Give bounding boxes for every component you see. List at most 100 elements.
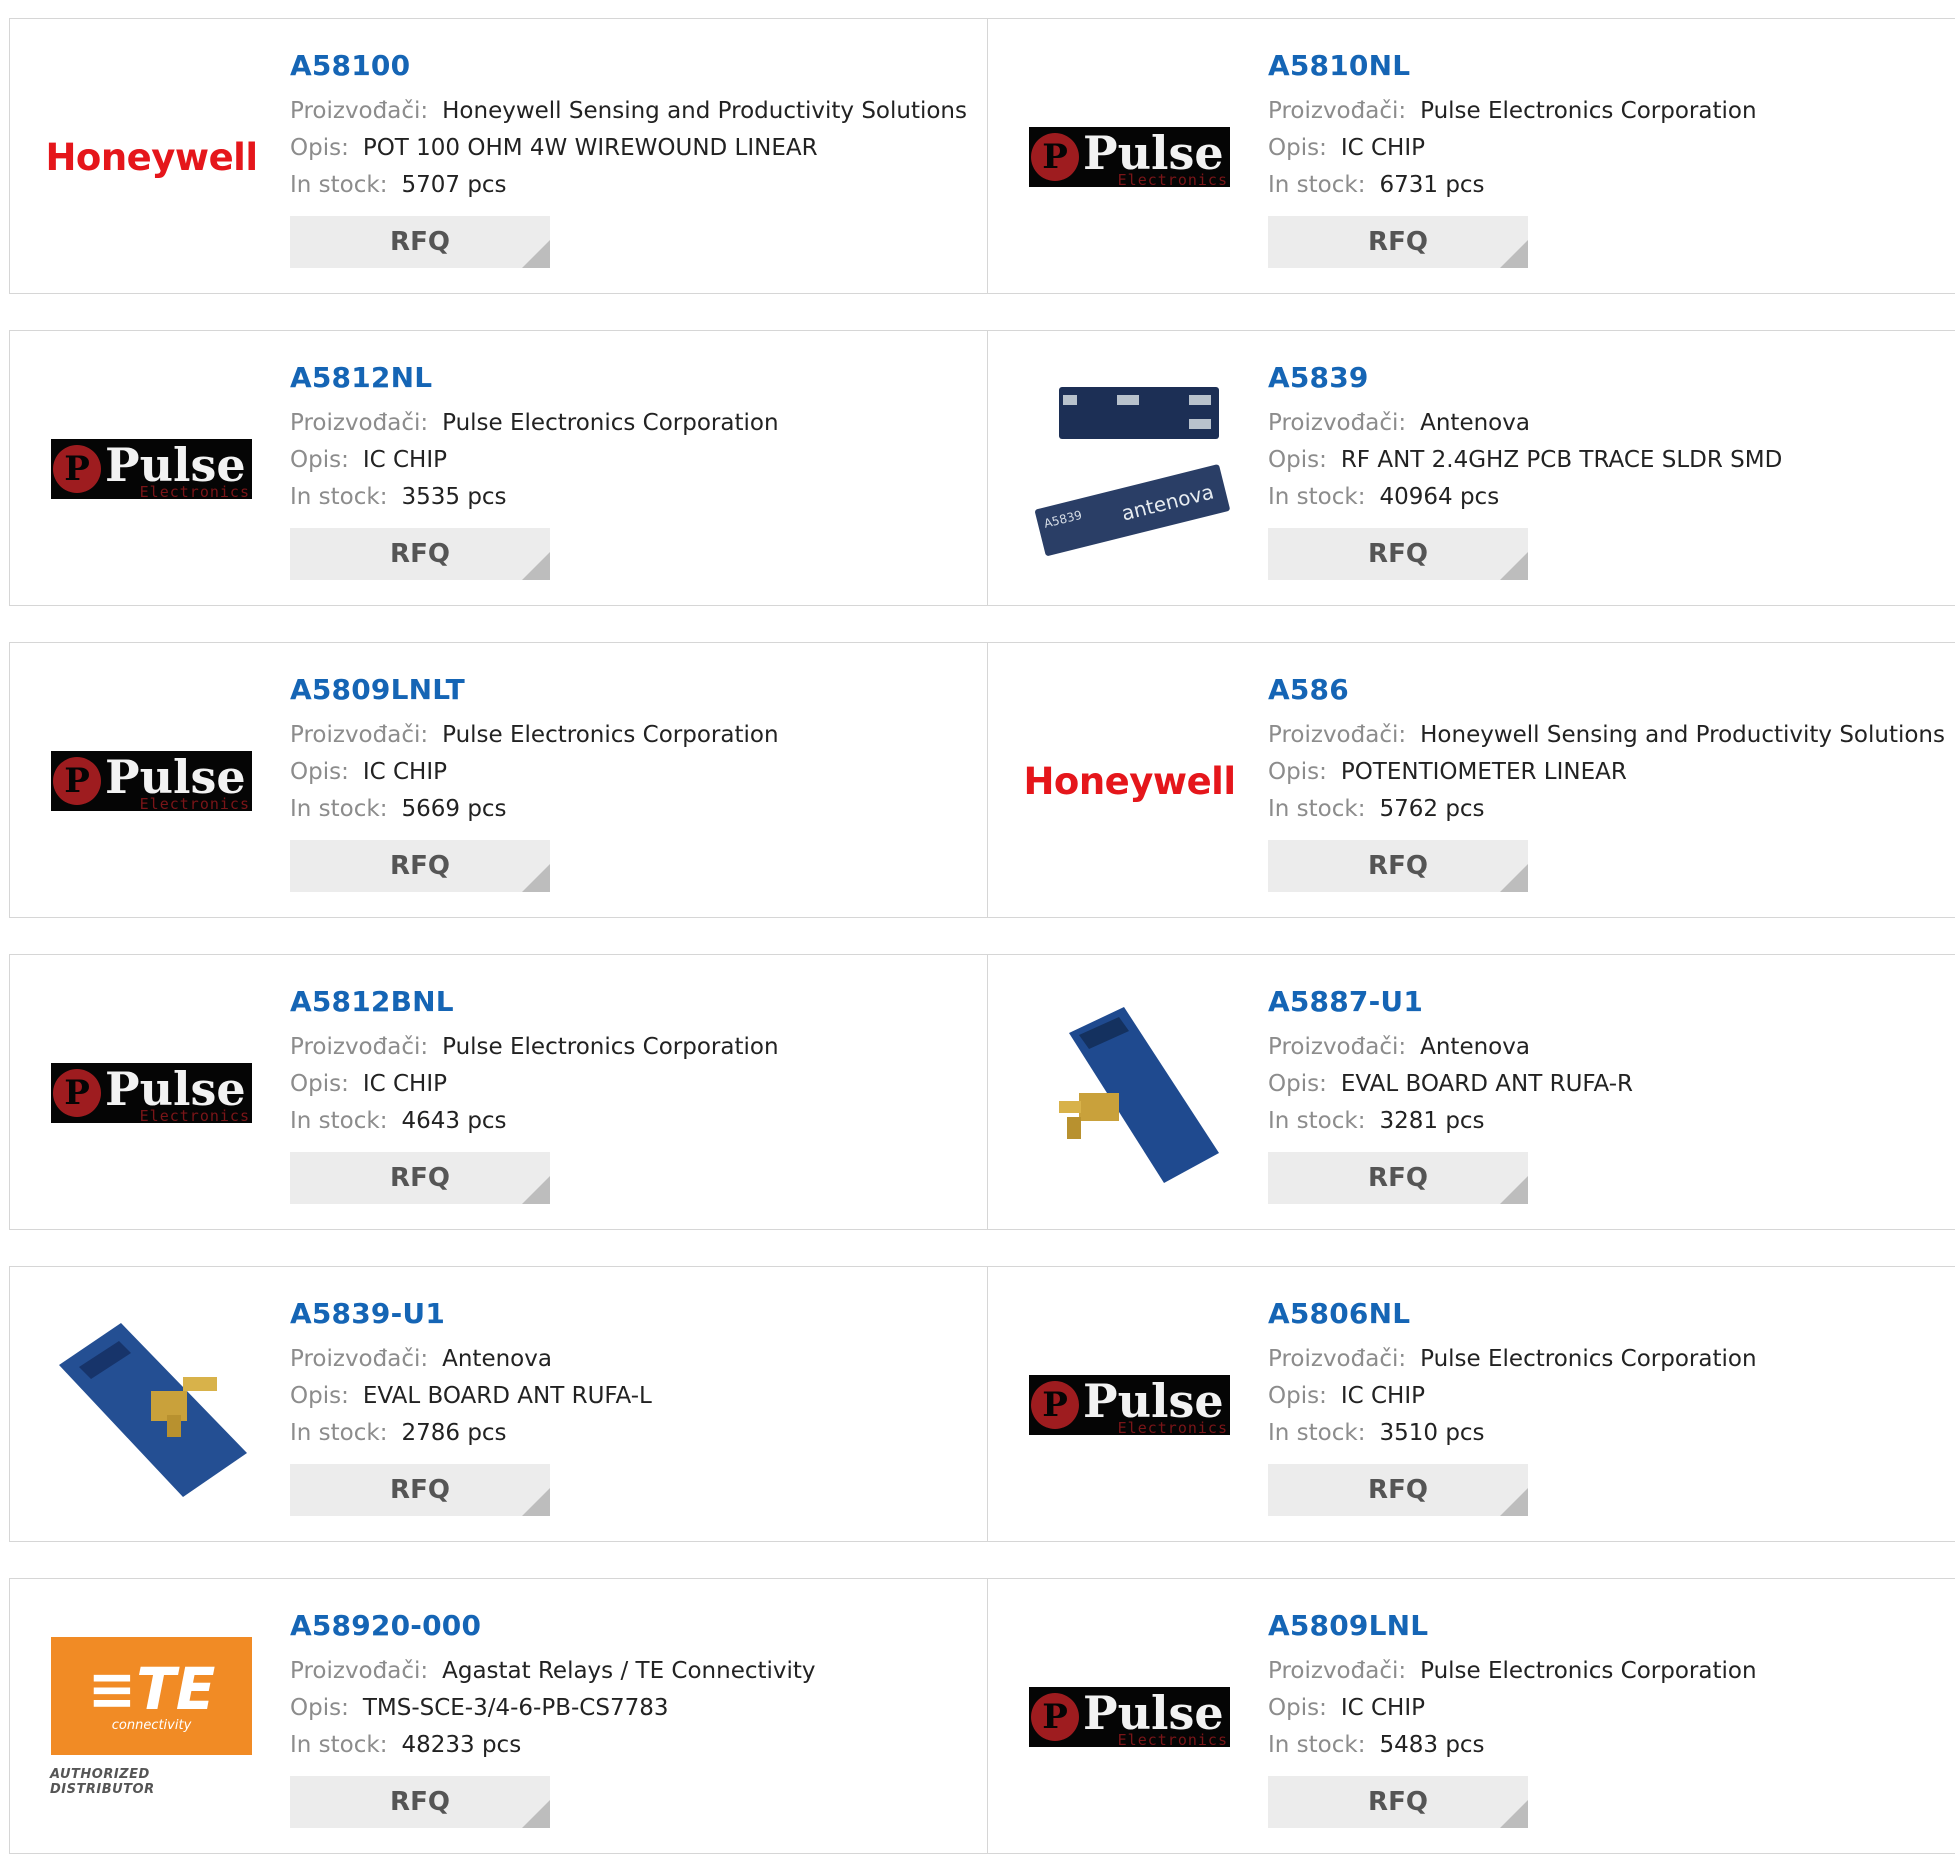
description-row: Opis: EVAL BOARD ANT RUFA-L: [290, 1378, 977, 1415]
description-value: EVAL BOARD ANT RUFA-R: [1340, 1071, 1634, 1097]
pulse-subtext: Electronics: [1117, 171, 1228, 187]
description-row: Opis: TMS-SCE-3/4-6-PB-CS7783: [290, 1690, 977, 1727]
pulse-mark-icon: P: [1031, 1381, 1079, 1429]
product-image[interactable]: Honeywell: [45, 57, 258, 257]
rfq-button[interactable]: RFQ: [1268, 528, 1528, 580]
description-row: Opis: IC CHIP: [290, 442, 977, 479]
description-label: Opis:: [1268, 1695, 1327, 1721]
manufacturer-row: Proizvođači: Antenova: [290, 1341, 977, 1378]
manufacturer-label: Proizvođači:: [1268, 1034, 1407, 1060]
part-number-link[interactable]: A5809LNLT: [290, 673, 977, 707]
product-image[interactable]: P Pulse Electronics: [1028, 1617, 1231, 1817]
product-image[interactable]: [50, 1305, 253, 1505]
manufacturer-row: Proizvođači: Pulse Electronics Corporatio…: [290, 405, 977, 442]
corner-triangle-icon: [522, 240, 550, 268]
description-label: Opis:: [1268, 1383, 1327, 1409]
pulse-logo: P Pulse Electronics: [1029, 1375, 1230, 1435]
pulse-mark-icon: P: [53, 445, 101, 493]
stock-row: In stock: 6731 pcs: [1268, 167, 1955, 204]
rfq-button[interactable]: RFQ: [1268, 216, 1528, 268]
product-card: Honeywell A58100 Proizvođači: Honeywell S…: [9, 18, 988, 294]
product-image[interactable]: P Pulse Electronics: [50, 993, 253, 1193]
stock-value: 5762 pcs: [1379, 796, 1485, 822]
eval-board-photo: [59, 1323, 247, 1497]
product-image[interactable]: P Pulse Electronics: [50, 369, 253, 569]
stock-value: 5707 pcs: [401, 172, 507, 198]
description-label: Opis:: [1268, 759, 1327, 785]
product-image[interactable]: P Pulse Electronics: [50, 681, 253, 881]
part-number-link[interactable]: A5839-U1: [290, 1297, 977, 1331]
rfq-label: RFQ: [390, 1787, 450, 1817]
pulse-subtext: Electronics: [1117, 1731, 1228, 1747]
honeywell-logo: Honeywell: [1023, 759, 1236, 803]
manufacturer-label: Proizvođači:: [1268, 1346, 1407, 1372]
manufacturer-label: Proizvođači:: [1268, 410, 1407, 436]
part-number-link[interactable]: A5809LNL: [1268, 1609, 1955, 1643]
rfq-button[interactable]: RFQ: [290, 1152, 550, 1204]
part-number-link[interactable]: A5806NL: [1268, 1297, 1955, 1331]
stock-value: 3535 pcs: [401, 484, 507, 510]
corner-triangle-icon: [522, 1176, 550, 1204]
rfq-button[interactable]: RFQ: [1268, 1152, 1528, 1204]
product-card: P Pulse Electronics A5806NL Proizvođači: Pu…: [987, 1266, 1955, 1542]
pulse-wordmark: Pulse: [105, 1063, 246, 1116]
description-label: Opis:: [290, 1383, 349, 1409]
part-number-link[interactable]: A5812NL: [290, 361, 977, 395]
product-image[interactable]: P Pulse Electronics: [1028, 57, 1231, 257]
manufacturer-value: Pulse Electronics Corporation: [442, 410, 779, 436]
manufacturer-value: Antenova: [1420, 410, 1530, 436]
manufacturer-row: Proizvođači: Antenova: [1268, 405, 1955, 442]
description-row: Opis: IC CHIP: [1268, 1690, 1955, 1727]
description-row: Opis: RF ANT 2.4GHZ PCB TRACE SLDR SMD: [1268, 442, 1955, 479]
rfq-button[interactable]: RFQ: [1268, 1464, 1528, 1516]
stock-value: 2786 pcs: [401, 1420, 507, 1446]
part-number-link[interactable]: A5887-U1: [1268, 985, 1955, 1019]
rfq-button[interactable]: RFQ: [290, 528, 550, 580]
corner-triangle-icon: [1500, 240, 1528, 268]
manufacturer-value: Agastat Relays / TE Connectivity: [442, 1658, 816, 1684]
manufacturer-value: Honeywell Sensing and Productivity Solut…: [1420, 722, 1945, 748]
part-number-link[interactable]: A5812BNL: [290, 985, 977, 1019]
part-number-link[interactable]: A58100: [290, 49, 977, 83]
rfq-button[interactable]: RFQ: [1268, 1776, 1528, 1828]
stock-row: In stock: 2786 pcs: [290, 1415, 977, 1452]
rfq-button[interactable]: RFQ: [1268, 840, 1528, 892]
product-image[interactable]: A5839 antenova: [1028, 369, 1231, 569]
rfq-button[interactable]: RFQ: [290, 1464, 550, 1516]
rfq-button[interactable]: RFQ: [290, 1776, 550, 1828]
manufacturer-row: Proizvođači: Pulse Electronics Corporatio…: [290, 1029, 977, 1066]
product-image[interactable]: P Pulse Electronics: [1028, 1305, 1231, 1505]
stock-value: 4643 pcs: [401, 1108, 507, 1134]
pulse-mark-icon: P: [53, 757, 101, 805]
stock-value: 5483 pcs: [1379, 1732, 1485, 1758]
part-number-link[interactable]: A5839: [1268, 361, 1955, 395]
pulse-wordmark: Pulse: [1083, 1375, 1224, 1428]
description-value: IC CHIP: [1340, 1695, 1425, 1721]
manufacturer-row: Proizvođači: Pulse Electronics Corporatio…: [1268, 1341, 1955, 1378]
pulse-subtext: Electronics: [139, 1107, 250, 1123]
part-number-link[interactable]: A586: [1268, 673, 1955, 707]
part-number-link[interactable]: A58920-000: [290, 1609, 977, 1643]
product-card: P Pulse Electronics A5809LNL Proizvođači: P…: [987, 1578, 1955, 1854]
stock-label: In stock:: [290, 1108, 388, 1134]
rfq-button[interactable]: RFQ: [290, 840, 550, 892]
manufacturer-row: Proizvođači: Honeywell Sensing and Produc…: [1268, 717, 1955, 754]
stock-label: In stock:: [1268, 1108, 1366, 1134]
rfq-button[interactable]: RFQ: [290, 216, 550, 268]
rfq-label: RFQ: [1368, 227, 1428, 257]
product-image[interactable]: Honeywell: [1023, 681, 1236, 881]
pulse-wordmark: Pulse: [105, 751, 246, 804]
manufacturer-row: Proizvođači: Antenova: [1268, 1029, 1955, 1066]
part-number-link[interactable]: A5810NL: [1268, 49, 1955, 83]
product-grid: Honeywell A58100 Proizvođači: Honeywell S…: [0, 0, 1955, 1854]
description-value: POT 100 OHM 4W WIREWOUND LINEAR: [362, 135, 818, 161]
description-label: Opis:: [290, 1071, 349, 1097]
description-row: Opis: IC CHIP: [1268, 1378, 1955, 1415]
product-image[interactable]: ≡TE connectivity AUTHORIZED DISTRIBUTOR: [50, 1617, 253, 1817]
product-image[interactable]: [1028, 993, 1231, 1193]
stock-row: In stock: 5483 pcs: [1268, 1727, 1955, 1764]
product-card: P Pulse Electronics A5812NL Proizvođači: Pu…: [9, 330, 988, 606]
pulse-logo: P Pulse Electronics: [51, 751, 252, 811]
rfq-label: RFQ: [390, 539, 450, 569]
eval-board-photo: [1059, 1007, 1219, 1183]
